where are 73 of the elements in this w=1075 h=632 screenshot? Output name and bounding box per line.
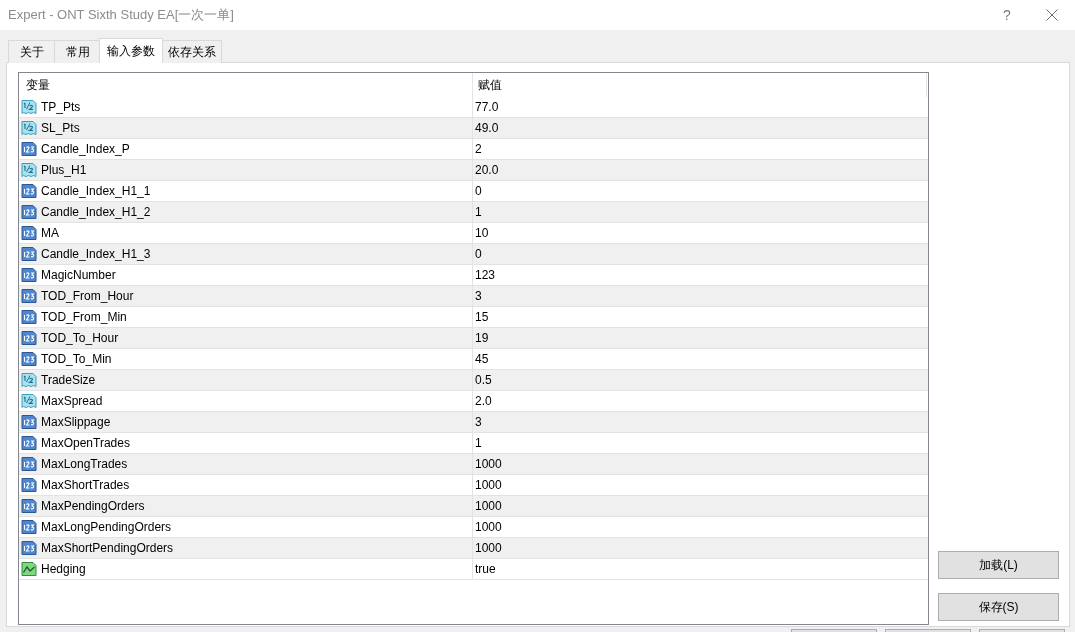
- parameter-name: TradeSize: [41, 373, 96, 387]
- tab[interactable]: 依存关系: [162, 40, 222, 63]
- tab[interactable]: 关于: [8, 40, 55, 63]
- parameter-value[interactable]: 45: [475, 352, 489, 366]
- parameter-name: TOD_From_Min: [41, 310, 127, 324]
- integer-type-icon: [21, 204, 37, 220]
- dialog-button[interactable]: [791, 629, 877, 632]
- dialog-button[interactable]: 加载(L): [938, 551, 1059, 579]
- parameter-name: Candle_Index_H1_2: [41, 205, 151, 219]
- parameter-name: MaxShortPendingOrders: [41, 541, 174, 555]
- parameter-name: Hedging: [41, 562, 86, 576]
- dialog-button[interactable]: [979, 629, 1065, 632]
- parameter-name: Candle_Index_H1_3: [41, 247, 151, 261]
- parameter-value[interactable]: 1000: [475, 499, 502, 513]
- integer-type-icon: [21, 498, 37, 514]
- parameter-name: MaxLongTrades: [41, 457, 128, 471]
- integer-type-icon: [21, 330, 37, 346]
- parameter-name: MaxPendingOrders: [41, 499, 145, 513]
- parameter-name: TOD_From_Hour: [41, 289, 134, 303]
- help-button[interactable]: ?: [985, 0, 1029, 30]
- parameter-value[interactable]: 1000: [475, 520, 502, 534]
- parameter-name: MaxSpread: [41, 394, 103, 408]
- decimal-type-icon: [21, 120, 37, 136]
- parameter-name: Candle_Index_H1_1: [41, 184, 151, 198]
- parameter-value[interactable]: 0: [475, 184, 482, 198]
- parameter-value[interactable]: 77.0: [475, 100, 499, 114]
- parameter-name: TOD_To_Min: [41, 352, 112, 366]
- parameter-name: MA: [41, 226, 59, 240]
- integer-type-icon: [21, 246, 37, 262]
- dialog-button[interactable]: [885, 629, 971, 632]
- decimal-type-icon: [21, 372, 37, 388]
- integer-type-icon: [21, 540, 37, 556]
- parameter-name: Plus_H1: [41, 163, 87, 177]
- parameter-value[interactable]: 1: [475, 436, 482, 450]
- parameter-value[interactable]: 3: [475, 289, 482, 303]
- parameter-value[interactable]: 2.0: [475, 394, 492, 408]
- parameter-name: SL_Pts: [41, 121, 80, 135]
- decimal-type-icon: [21, 99, 37, 115]
- parameter-name: MaxOpenTrades: [41, 436, 130, 450]
- column-header[interactable]: 赋值: [478, 76, 502, 94]
- integer-type-icon: [21, 456, 37, 472]
- parameter-value[interactable]: 1000: [475, 541, 502, 555]
- decimal-type-icon: [21, 393, 37, 409]
- decimal-type-icon: [21, 162, 37, 178]
- parameter-value[interactable]: 19: [475, 331, 489, 345]
- parameter-value[interactable]: 10: [475, 226, 489, 240]
- parameter-name: TOD_To_Hour: [41, 331, 119, 345]
- parameter-name: MaxShortTrades: [41, 478, 130, 492]
- parameter-value[interactable]: true: [475, 562, 496, 576]
- parameter-value[interactable]: 1: [475, 205, 482, 219]
- parameter-value[interactable]: 3: [475, 415, 482, 429]
- parameter-value[interactable]: 123: [475, 268, 496, 282]
- column-header[interactable]: 变量: [26, 76, 50, 94]
- parameter-name: MaxSlippage: [41, 415, 111, 429]
- parameter-value[interactable]: 0.5: [475, 373, 492, 387]
- tab[interactable]: 常用: [54, 40, 101, 63]
- parameter-name: Candle_Index_P: [41, 142, 130, 156]
- integer-type-icon: [21, 414, 37, 430]
- parameter-name: TP_Pts: [41, 100, 81, 114]
- boolean-type-icon: [21, 561, 37, 577]
- parameter-value[interactable]: 0: [475, 247, 482, 261]
- parameter-value[interactable]: 1000: [475, 478, 502, 492]
- parameter-name: MagicNumber: [41, 268, 116, 282]
- parameter-name: MaxLongPendingOrders: [41, 520, 172, 534]
- dialog-button[interactable]: 保存(S): [938, 593, 1059, 621]
- parameter-value[interactable]: 1000: [475, 457, 502, 471]
- parameter-value[interactable]: 20.0: [475, 163, 499, 177]
- parameter-value[interactable]: 49.0: [475, 121, 499, 135]
- integer-type-icon: [21, 288, 37, 304]
- parameter-value[interactable]: 15: [475, 310, 489, 324]
- window-title: Expert - ONT Sixth Study EA[一次一单]: [8, 6, 235, 24]
- parameter-value[interactable]: 2: [475, 142, 482, 156]
- tab[interactable]: 输入参数: [99, 38, 163, 63]
